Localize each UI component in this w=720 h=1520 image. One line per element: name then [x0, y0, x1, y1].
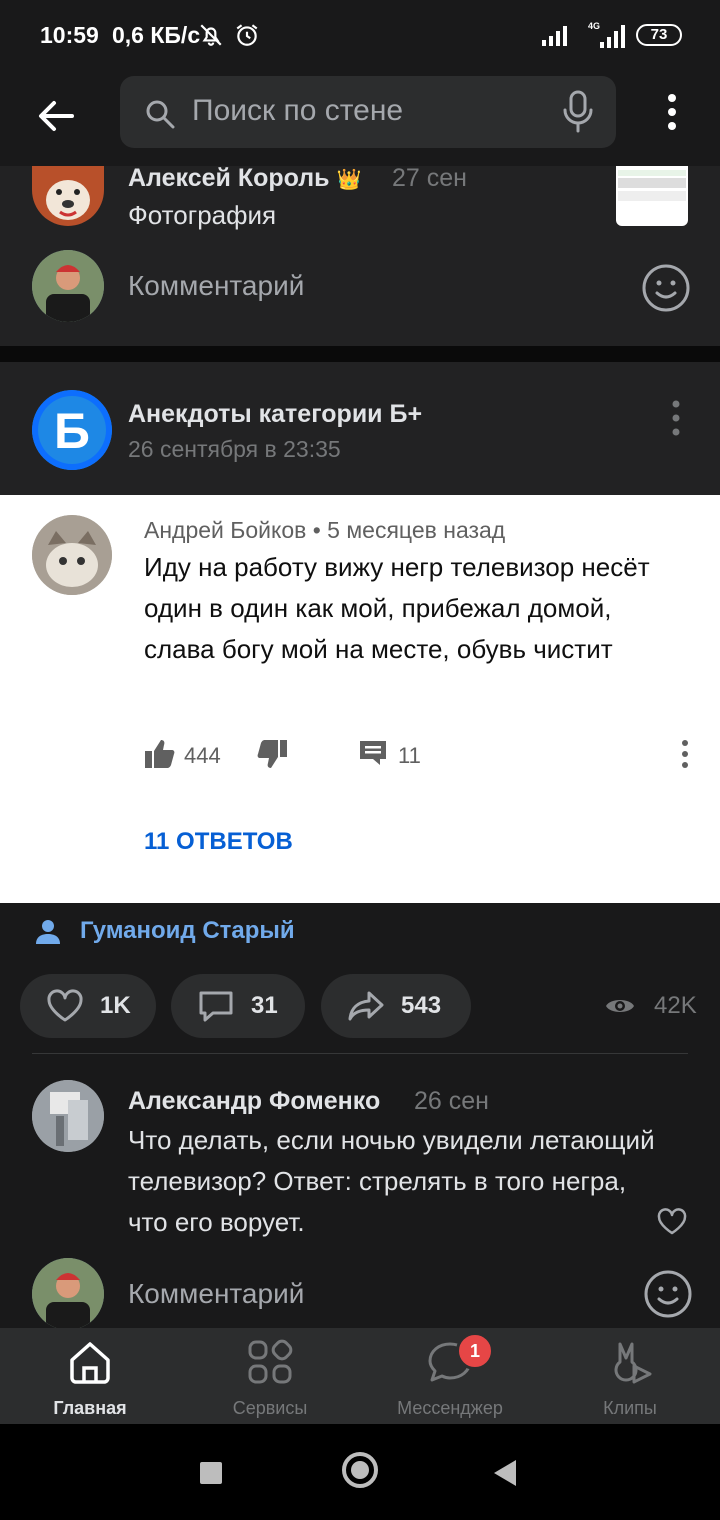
- heart-icon: [47, 989, 83, 1022]
- replies-link: 11 ОТВЕТОВ: [144, 828, 293, 855]
- post-image[interactable]: Андрей Бойков • 5 месяцев назад Иду на р…: [0, 495, 720, 903]
- comment-text: Что делать, если ночью увидели летающий …: [128, 1125, 655, 1237]
- share-count: 543: [401, 992, 442, 1019]
- comment-block: Алексей Король 👑 27 сен Фотография Комме…: [0, 164, 720, 346]
- microphone-icon[interactable]: [560, 90, 596, 134]
- group-name[interactable]: Анекдоты категории Б+: [128, 400, 422, 429]
- reply-icon: [360, 741, 386, 765]
- share-icon: [348, 991, 384, 1021]
- clock: 10:59: [40, 22, 99, 48]
- back-arrow-icon[interactable]: [32, 92, 80, 140]
- post-author-link[interactable]: Гуманоид Старый: [80, 917, 295, 945]
- avatar[interactable]: [32, 1080, 104, 1152]
- like-count: 444: [184, 743, 221, 768]
- bottom-tab-bar: Главная Сервисы Мессенджер Клипы 1: [0, 1328, 720, 1424]
- search-input[interactable]: Поиск по стене: [120, 76, 616, 148]
- more-vertical-icon: [682, 740, 688, 768]
- home-icon: [70, 1342, 110, 1384]
- comment-meta: Андрей Бойков • 5 месяцев назад: [144, 517, 506, 543]
- more-vertical-icon[interactable]: [656, 90, 688, 134]
- comment-text: Иду на работу вижу негр телевизор несёт …: [144, 552, 650, 664]
- avatar: [32, 250, 104, 322]
- comment-icon: [199, 991, 233, 1022]
- comment-count: 31: [251, 992, 278, 1019]
- tab-label: Сервисы: [232, 1398, 308, 1418]
- tab-clips[interactable]: Клипы: [540, 1328, 720, 1424]
- comment-input[interactable]: Комментарий: [128, 270, 304, 302]
- tab-label: Главная: [53, 1398, 127, 1418]
- eye-icon: [606, 1000, 634, 1012]
- comment-button[interactable]: 31: [171, 974, 305, 1038]
- photo-thumbnail[interactable]: [616, 166, 688, 226]
- alarm-icon: [236, 24, 258, 46]
- search-placeholder: Поиск по стене: [192, 94, 404, 127]
- like-count: 1K: [100, 992, 131, 1019]
- notification-badge: 1: [456, 1332, 494, 1370]
- home-button[interactable]: [342, 1452, 378, 1488]
- reply-count: 11: [398, 743, 421, 768]
- comment-date: 26 сен: [414, 1087, 489, 1115]
- status-bar: 10:59 0,6 КБ/с 4G 73: [0, 0, 720, 70]
- comment-author[interactable]: Алексей Король 👑: [128, 164, 361, 193]
- more-vertical-icon[interactable]: [664, 398, 688, 438]
- clips-icon: [614, 1342, 652, 1384]
- tab-label: Мессенджер: [397, 1398, 503, 1418]
- avatar: [32, 1258, 104, 1330]
- like-button[interactable]: 1K: [20, 974, 156, 1038]
- group-avatar[interactable]: Б: [32, 390, 112, 470]
- tab-home[interactable]: Главная: [0, 1328, 180, 1424]
- bell-off-icon: [200, 24, 222, 46]
- avatar[interactable]: [32, 166, 104, 226]
- svg-text:4G: 4G: [588, 21, 600, 31]
- tab-messenger[interactable]: Мессенджер: [360, 1328, 540, 1424]
- view-count: 42K: [654, 992, 697, 1019]
- signal-icon: [542, 26, 567, 46]
- separator: [0, 346, 720, 362]
- thumbs-up-icon: [145, 740, 175, 768]
- share-button[interactable]: 543: [321, 974, 471, 1038]
- emoji-icon[interactable]: [642, 1268, 694, 1320]
- toolbar: Поиск по стене: [0, 70, 720, 166]
- post-date: 26 сентября в 23:35: [128, 436, 341, 462]
- comment-date: 27 сен: [392, 164, 467, 192]
- crown-badge: 👑: [336, 169, 362, 191]
- recents-button[interactable]: [200, 1462, 222, 1484]
- signal-4g-icon: 4G: [588, 21, 625, 48]
- tab-services[interactable]: Сервисы: [180, 1328, 360, 1424]
- services-icon: [248, 1339, 293, 1384]
- comment-author[interactable]: Александр Фоменко: [128, 1087, 380, 1116]
- battery-indicator: 73: [636, 24, 682, 46]
- comment-input[interactable]: Комментарий: [128, 1278, 304, 1310]
- heart-icon[interactable]: [656, 1208, 688, 1236]
- svg-text:Б: Б: [54, 403, 90, 459]
- tab-label: Клипы: [603, 1398, 657, 1418]
- thumbs-down-icon: [257, 740, 287, 768]
- search-icon: [146, 100, 175, 129]
- comment-text: Фотография: [128, 200, 277, 230]
- network-speed: 0,6 КБ/с: [112, 22, 201, 48]
- system-nav-bar: [0, 1424, 720, 1520]
- back-button[interactable]: [494, 1460, 516, 1486]
- user-icon: [36, 920, 60, 944]
- divider: [32, 1053, 688, 1054]
- emoji-icon[interactable]: [640, 262, 692, 314]
- avatar: [32, 515, 112, 595]
